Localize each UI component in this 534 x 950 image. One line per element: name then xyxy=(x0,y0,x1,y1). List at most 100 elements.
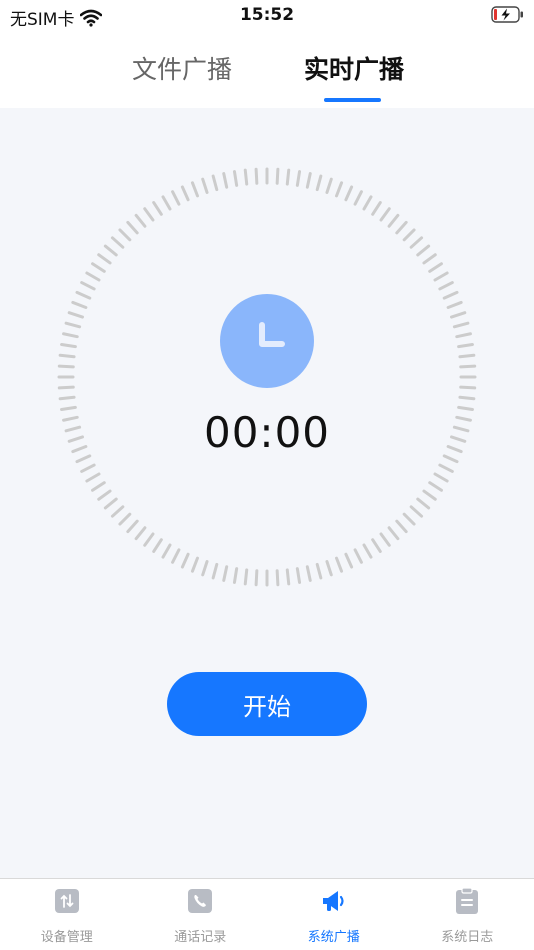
dial-tick xyxy=(103,244,118,257)
dial-tick xyxy=(254,569,259,587)
dial-tick xyxy=(315,174,323,192)
dial-tick xyxy=(433,271,449,282)
dial-tick xyxy=(409,236,424,249)
dial-tick xyxy=(85,472,101,483)
dial-tick xyxy=(75,290,92,300)
dial-tick xyxy=(422,489,437,501)
dial-tick xyxy=(428,262,443,273)
status-time: 15:52 xyxy=(239,5,295,25)
dial-tick xyxy=(371,201,382,216)
dial-tick xyxy=(134,213,147,228)
battery-charging-icon xyxy=(491,6,523,23)
dial-tick xyxy=(161,543,172,559)
dial-tick xyxy=(232,170,239,187)
dial-tick xyxy=(455,332,472,339)
dial-tick xyxy=(222,172,229,189)
dial-tick xyxy=(402,228,416,242)
dial-tick xyxy=(134,526,147,541)
dial-tick xyxy=(335,181,344,198)
dial-tick xyxy=(295,170,302,187)
dial-tick xyxy=(110,505,125,518)
nav-label-system-broadcast: 系统广播 xyxy=(307,930,360,945)
dial-tick xyxy=(143,532,155,547)
phone-icon xyxy=(188,889,213,913)
dial-tick xyxy=(442,290,459,300)
dial-tick xyxy=(305,565,312,582)
dial-tick xyxy=(110,236,125,249)
dial-tick xyxy=(57,385,75,390)
dial-tick xyxy=(402,512,416,526)
nav-label-system-log: 系统日志 xyxy=(441,930,494,945)
dial-tick xyxy=(232,567,239,584)
dial-tick xyxy=(97,489,112,501)
dial-tick xyxy=(428,481,443,492)
dial-tick xyxy=(416,244,431,257)
dial-tick xyxy=(243,168,249,186)
dial-tick xyxy=(458,395,476,401)
dial-tick xyxy=(190,556,199,573)
dial-tick xyxy=(143,207,155,222)
dial-tick xyxy=(91,481,106,492)
dial-tick xyxy=(211,174,219,192)
dial-tick xyxy=(62,332,79,339)
megaphone-icon xyxy=(322,891,344,911)
dial-tick xyxy=(362,543,373,559)
dial-tick xyxy=(305,172,312,189)
dial-tick xyxy=(379,207,391,222)
nav-item-device-management[interactable]: 设备管理 xyxy=(0,879,134,950)
dial-tick xyxy=(118,512,132,526)
dial-tick xyxy=(91,262,106,273)
dial-tick xyxy=(171,548,181,564)
dial-tick xyxy=(325,177,333,194)
nav-label-device-management: 设备管理 xyxy=(40,930,93,945)
nav-item-system-log[interactable]: 系统日志 xyxy=(401,879,534,950)
clock-icon xyxy=(220,294,314,388)
start-button[interactable]: 开始 xyxy=(167,672,367,736)
dial-tick xyxy=(126,220,139,235)
dial-tick xyxy=(161,195,172,211)
tab-file-broadcast[interactable]: 文件广播 xyxy=(122,50,242,86)
dial-tick xyxy=(353,548,363,564)
dial-tick xyxy=(446,300,463,309)
dial-tick xyxy=(452,321,470,329)
dial-tick xyxy=(362,195,373,211)
dial-tick xyxy=(58,353,76,359)
dial-tick xyxy=(379,532,391,547)
dial-tick xyxy=(285,168,291,186)
nav-item-system-broadcast[interactable]: 系统广播 xyxy=(267,879,401,950)
dial-tick xyxy=(275,167,280,185)
dial-tick xyxy=(118,228,132,242)
dial-tick xyxy=(85,271,101,282)
dial-tick xyxy=(395,220,408,235)
live-broadcast-panel: 00:00 开始 xyxy=(0,108,534,878)
dial-tick xyxy=(438,463,454,473)
active-tab-indicator xyxy=(324,98,381,102)
dial-tick xyxy=(325,560,333,577)
tab-live-broadcast[interactable]: 实时广播 xyxy=(294,50,414,86)
dial-tick xyxy=(190,181,199,198)
dial-tick xyxy=(395,519,408,534)
broadcast-tabs: 文件广播 实时广播 xyxy=(0,32,534,108)
dial-tick xyxy=(457,342,474,349)
dial-tick xyxy=(171,190,181,206)
dial-tick xyxy=(371,538,382,553)
clipboard-icon xyxy=(456,887,479,914)
dial-tick xyxy=(295,567,302,584)
dial-tick xyxy=(254,167,259,185)
dial-tick xyxy=(438,281,454,291)
dial-tick xyxy=(103,497,118,510)
dial-tick xyxy=(152,201,163,216)
dial-tick xyxy=(126,519,139,534)
dial-tick xyxy=(80,463,96,473)
dial-tick xyxy=(450,311,467,319)
dial-tick xyxy=(315,562,323,580)
nav-item-call-records[interactable]: 通话记录 xyxy=(134,879,268,950)
dial-tick xyxy=(285,568,291,586)
dial-tick xyxy=(409,505,424,518)
dial-tick xyxy=(80,281,96,291)
dial-tick xyxy=(152,538,163,553)
dial-tick xyxy=(180,185,190,202)
dial-tick xyxy=(344,185,354,202)
dial-tick xyxy=(57,364,75,369)
dial-tick xyxy=(387,526,400,541)
